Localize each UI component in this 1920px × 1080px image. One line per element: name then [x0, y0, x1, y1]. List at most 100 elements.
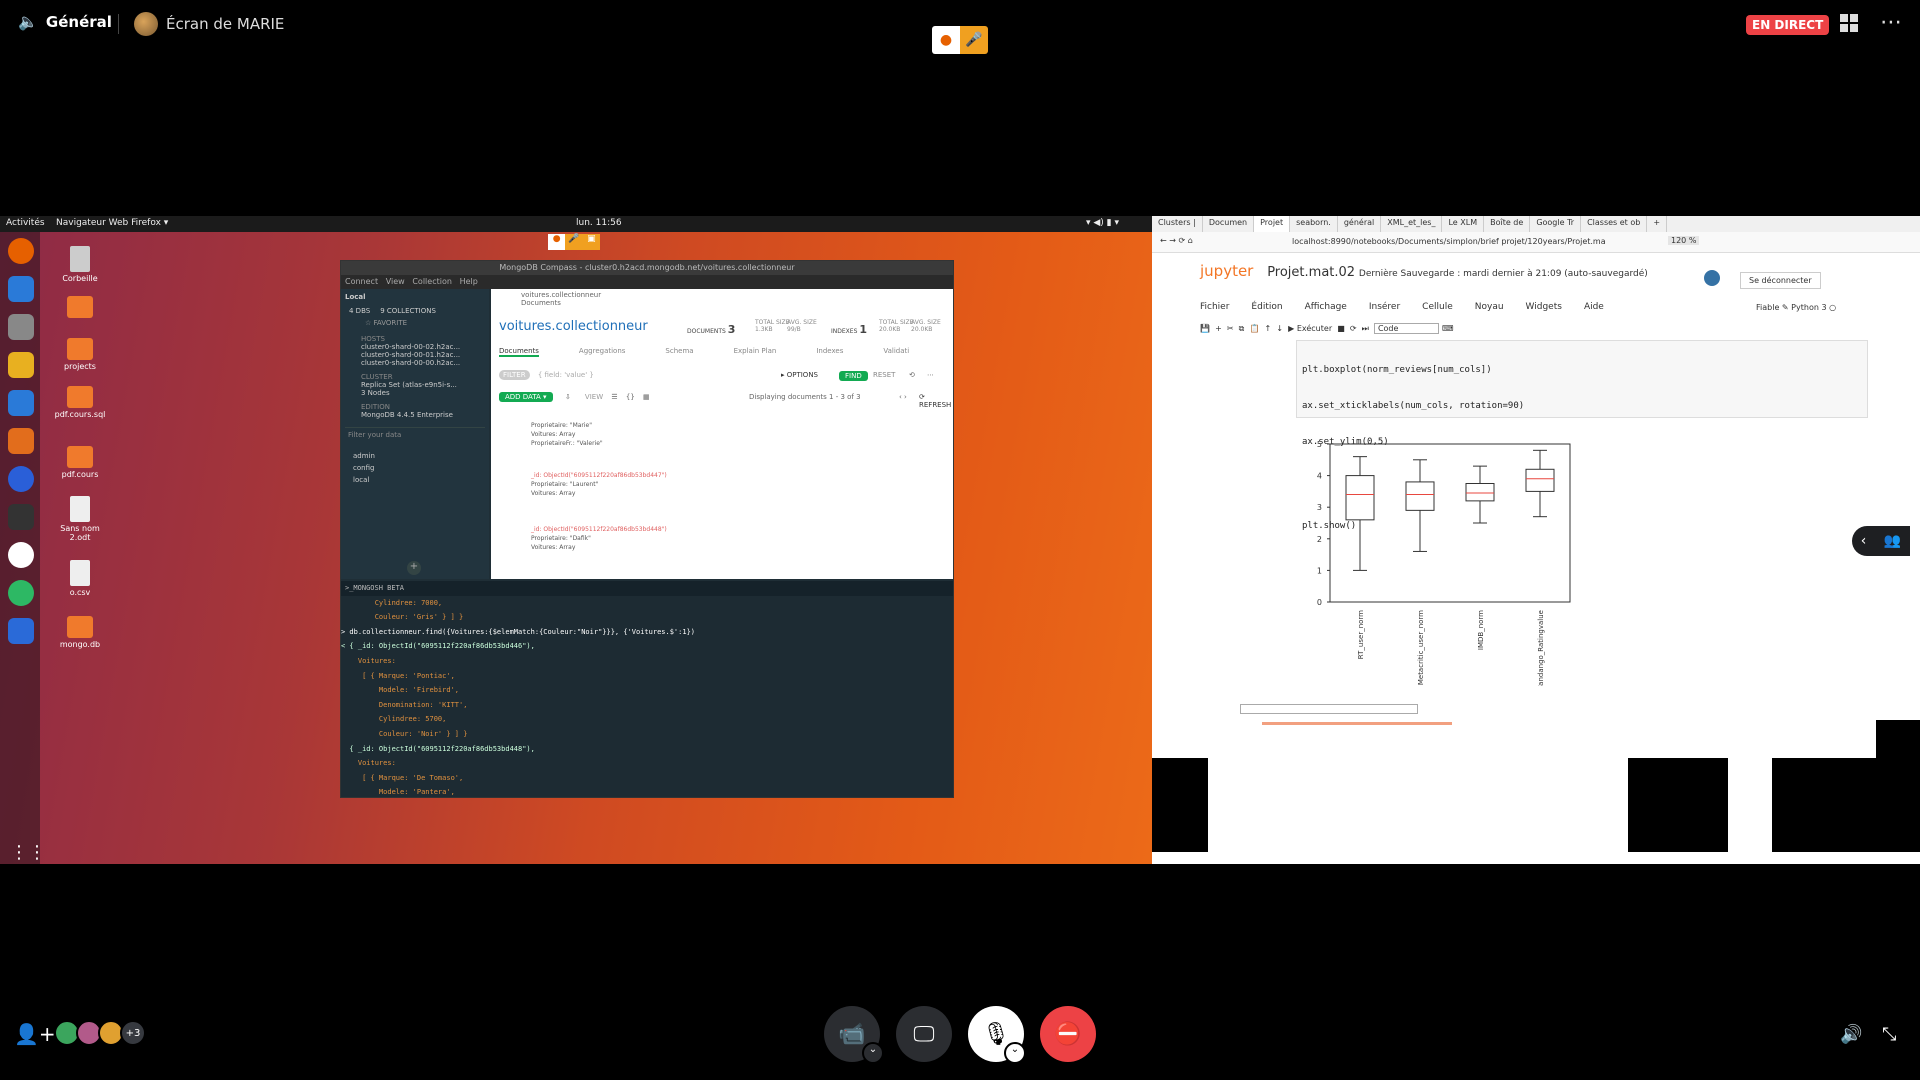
keyboard-icon[interactable]: ⌨ — [1442, 324, 1454, 333]
database-item[interactable]: config — [341, 462, 489, 474]
sync-icon[interactable] — [8, 580, 34, 606]
tab-documents[interactable]: Documents — [499, 347, 539, 357]
document-card[interactable]: _id: ObjectId("6095112f220af86db53bd448"… — [531, 525, 667, 552]
filter-button[interactable]: FILTER — [499, 370, 530, 380]
zoom-level[interactable]: 120 % — [1668, 236, 1700, 245]
help-icon[interactable] — [8, 466, 34, 492]
add-database-button[interactable]: + — [407, 561, 421, 575]
menu-inserer[interactable]: Insérer — [1369, 302, 1400, 312]
move-up-icon[interactable]: ↑ — [1265, 324, 1272, 333]
menu-fichier[interactable]: Fichier — [1200, 302, 1229, 312]
show-apps-icon[interactable]: ⋮⋮ — [10, 842, 46, 863]
document-card[interactable]: _id: ObjectId("6095112f220af86db53bd447"… — [531, 471, 667, 498]
grid-layout-icon[interactable] — [1840, 14, 1858, 32]
browser-tab[interactable]: Documen — [1203, 216, 1255, 232]
thunderbird-icon[interactable] — [8, 276, 34, 302]
vscode-icon[interactable] — [8, 618, 34, 644]
mongodb-icon[interactable] — [8, 542, 34, 568]
menu-affichage[interactable]: Affichage — [1305, 302, 1347, 312]
new-tab-button[interactable]: + — [1647, 216, 1668, 232]
browser-tab[interactable]: seaborn. — [1290, 216, 1338, 232]
prev-next-icon[interactable]: ‹ › — [899, 393, 907, 401]
more-options-icon[interactable]: ⋯ — [1880, 10, 1902, 35]
paste-icon[interactable]: 📋 — [1249, 324, 1259, 333]
cut-icon[interactable]: ✂ — [1227, 324, 1234, 333]
table-view-icon[interactable]: ▦ — [643, 393, 650, 401]
desktop-icon[interactable]: pdf.cours — [50, 446, 110, 479]
tab-validation[interactable]: Validati — [883, 347, 909, 357]
files-icon[interactable] — [8, 314, 34, 340]
move-down-icon[interactable]: ↓ — [1276, 324, 1283, 333]
browser-tab[interactable]: Le XLM — [1442, 216, 1485, 232]
menu-view[interactable]: View — [386, 277, 405, 286]
document-card[interactable]: Proprietaire: "Marie" Voitures: Array Prop… — [531, 421, 603, 448]
database-item[interactable]: admin — [341, 450, 489, 462]
voice-channel[interactable]: 🔈 Général — [18, 12, 112, 31]
menu-collection[interactable]: Collection — [412, 277, 452, 286]
options-button[interactable]: ▸ OPTIONS — [781, 371, 818, 379]
url-bar[interactable]: ← → ⟳ ⌂ localhost:8990/notebooks/Documen… — [1152, 232, 1920, 253]
filter-input[interactable]: { field: 'value' } — [538, 371, 594, 379]
volume-icon[interactable]: 🔊 — [1840, 1024, 1862, 1045]
desktop-icon[interactable]: mongo.db — [50, 616, 110, 649]
add-data-button[interactable]: ADD DATA ▾ — [499, 392, 553, 402]
menu-cellule[interactable]: Cellule — [1422, 302, 1453, 312]
menu-aide[interactable]: Aide — [1584, 302, 1604, 312]
filter-databases-input[interactable]: Filter your data — [345, 427, 485, 442]
favorite-button[interactable]: ☆ FAVORITE — [341, 317, 489, 329]
copy-icon[interactable]: ⧉ — [1239, 324, 1245, 333]
firefox-icon[interactable] — [8, 238, 34, 264]
browser-tab[interactable]: Google Tr — [1530, 216, 1582, 232]
menu-help[interactable]: Help — [460, 277, 478, 286]
tab-crumb[interactable]: voitures.collectionneur Documents — [521, 291, 601, 307]
trusted-label[interactable]: Fiable — [1756, 303, 1779, 312]
tab-explain-plan[interactable]: Explain Plan — [734, 347, 777, 357]
save-icon[interactable]: 💾 — [1200, 324, 1210, 333]
desktop-icon[interactable]: o.csv — [50, 560, 110, 597]
browser-tab-active[interactable]: Projet — [1254, 216, 1291, 232]
menu-edition[interactable]: Édition — [1251, 302, 1282, 312]
browser-tab[interactable]: général — [1338, 216, 1382, 232]
stop-icon[interactable]: ■ — [1337, 324, 1345, 333]
desktop-icon[interactable] — [50, 296, 110, 320]
app-menu[interactable]: Navigateur Web Firefox ▾ — [56, 218, 168, 228]
rhythmbox-icon[interactable] — [8, 352, 34, 378]
nav-icons[interactable]: ← → ⟳ ⌂ — [1160, 236, 1193, 245]
history-icon[interactable]: ⟲ — [909, 371, 915, 379]
camera-options-chevron-icon[interactable]: ⌄ — [862, 1042, 884, 1064]
menu-noyau[interactable]: Noyau — [1475, 302, 1504, 312]
browser-tab[interactable]: Classes et ob — [1581, 216, 1648, 232]
more-icon[interactable]: ⋯ — [927, 371, 934, 379]
software-icon[interactable] — [8, 428, 34, 454]
screen-share-button[interactable]: 🖵 — [896, 1006, 952, 1062]
menu-widgets[interactable]: Widgets — [1526, 302, 1562, 312]
mic-options-chevron-icon[interactable]: ⌄ — [1004, 1042, 1026, 1064]
tab-indexes[interactable]: Indexes — [816, 347, 843, 357]
activities-button[interactable]: Activités — [6, 218, 45, 228]
restart-icon[interactable]: ⟳ — [1350, 324, 1357, 333]
writer-icon[interactable] — [8, 390, 34, 416]
tab-schema[interactable]: Schema — [665, 347, 693, 357]
browser-tab[interactable]: Clusters | — [1152, 216, 1203, 232]
refresh-button[interactable]: ⟳ REFRESH — [919, 393, 951, 409]
cell-type-select[interactable]: Code — [1373, 323, 1440, 334]
desktop-icon[interactable]: Sans nom 2.odt — [50, 496, 110, 542]
terminal-icon[interactable] — [8, 504, 34, 530]
tab-aggregations[interactable]: Aggregations — [579, 347, 626, 357]
notebook-name[interactable]: Projet.mat.02 — [1267, 265, 1355, 280]
menu-connect[interactable]: Connect — [345, 277, 378, 286]
participants-avatars[interactable]: +3 — [54, 1020, 146, 1046]
logout-button[interactable]: Se déconnecter — [1740, 272, 1821, 289]
fast-forward-icon[interactable]: ⏭ — [1362, 324, 1369, 333]
browser-tab[interactable]: XML_et_les_ — [1381, 216, 1443, 232]
reset-button[interactable]: RESET — [873, 371, 895, 379]
database-item[interactable]: local — [341, 474, 489, 486]
desktop-icon[interactable]: pdf.cours.sql — [50, 386, 110, 419]
url-text[interactable]: localhost:8990/notebooks/Documents/simpl… — [1292, 237, 1606, 246]
stop-stream-button[interactable]: ⛔ — [1040, 1006, 1096, 1062]
exit-fullscreen-icon[interactable]: ⤡ — [1882, 1024, 1896, 1045]
add-cell-icon[interactable]: + — [1215, 324, 1222, 333]
export-icon[interactable]: ⇩ — [565, 393, 571, 401]
json-view-icon[interactable]: {} — [626, 393, 635, 401]
desktop-icon[interactable]: Corbeille — [50, 246, 110, 283]
